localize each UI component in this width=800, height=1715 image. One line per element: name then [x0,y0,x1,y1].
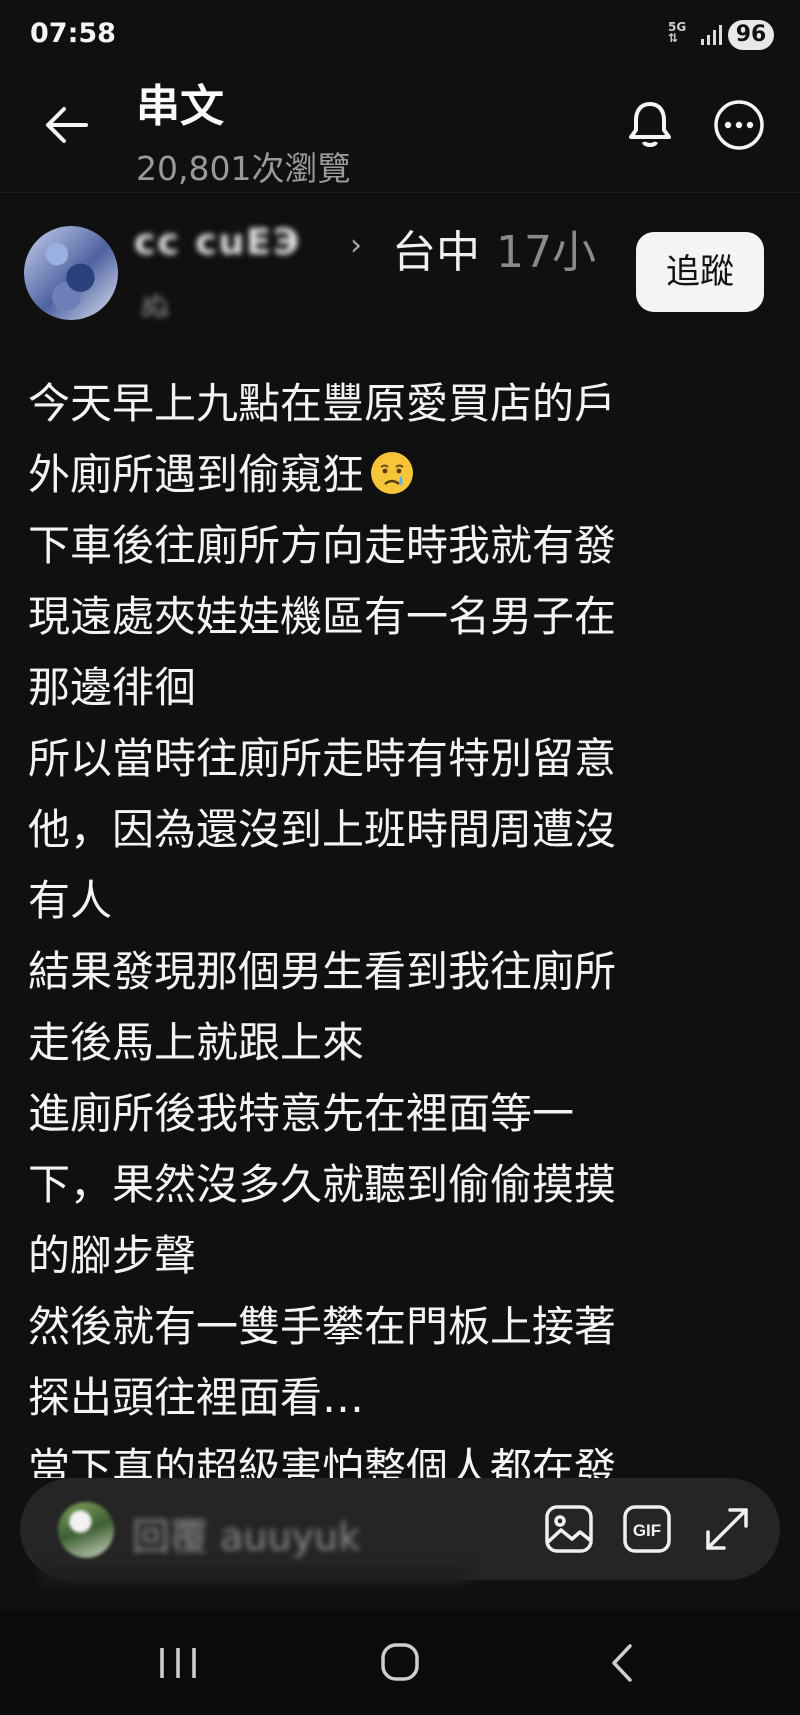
arrow-left-icon [46,107,88,143]
image-button[interactable] [542,1502,596,1556]
post-line: 探出頭往裡面看… [28,1373,365,1422]
expand-button[interactable] [700,1502,754,1556]
view-count: 20,801次瀏覽 [136,149,351,188]
home-button[interactable] [370,1638,430,1688]
post-line: 進廁所後我特意先在裡面等一 [28,1089,575,1138]
follow-button[interactable]: 追蹤 [636,232,764,312]
post-line: 有人 [28,876,113,925]
recent-apps-icon [160,1648,196,1678]
network-indicator: 5G ⇅ [668,21,686,45]
reply-input[interactable]: 回覆 auuyuk [132,1506,360,1561]
chevron-left-icon [612,1644,632,1682]
bell-icon [629,102,671,147]
more-options-button[interactable] [712,98,766,152]
gif-button[interactable]: GIF [620,1502,674,1556]
more-horizontal-icon [714,100,764,150]
back-button[interactable] [40,100,94,150]
composer-shadow [40,1566,470,1584]
author-subtitle: ぬ [140,290,170,325]
post-line: 下車後往廁所方向走時我就有發 [28,521,617,570]
crying-face-emoji-icon [371,452,414,494]
author-name[interactable]: cc cuЕЭ [134,222,301,263]
data-arrows-icon: ⇅ [668,31,679,45]
post-line: 結果發現那個男生看到我往廁所 [28,947,617,996]
home-icon [381,1643,419,1681]
post-age: 17小 [496,227,596,278]
system-back-button[interactable] [594,1638,654,1688]
post-line: 所以當時往廁所走時有特別留意 [28,734,617,783]
expand-icon [706,1508,748,1550]
post-body: 今天早上九點在豐原愛買店的戶 外廁所遇到偷窺狂 下車後往廁所方向走時我就有發 現… [28,368,708,1478]
post-line: 那邊徘徊 [28,663,197,712]
chevron-right-icon: › [350,228,362,263]
status-time: 07:58 [30,18,116,49]
post-line: 外廁所遇到偷窺狂 [28,439,708,510]
post-line: 他，因為還沒到上班時間周遭沒 [28,805,617,854]
battery-indicator: 96 [728,20,774,50]
status-bar: 07:58 5G ⇅ 96 [0,0,800,70]
header-divider [0,192,800,193]
recent-apps-button[interactable] [148,1638,208,1688]
image-icon [545,1505,593,1553]
post-line: 下，果然沒多久就聽到偷偷摸摸 [28,1160,617,1209]
composer-avatar [58,1502,114,1558]
system-navigation-bar [0,1610,800,1715]
post-line-text: 外廁所遇到偷窺狂 [28,450,365,499]
page-title: 串文 [136,81,224,132]
signal-icon [701,25,722,45]
post-line: 現遠處夾娃娃機區有一名男子在 [28,592,617,641]
notification-button[interactable] [622,96,678,152]
post-line: 走後馬上就跟上來 [28,1018,365,1067]
author-avatar[interactable] [24,226,118,320]
post-line: 的腳步聲 [28,1231,197,1280]
gif-icon: GIF [623,1505,671,1553]
post-line: 然後就有一雙手攀在門板上接著 [28,1302,617,1351]
post-line: 今天早上九點在豐原愛買店的戶 [28,379,617,428]
post-line: 當下真的超級害怕整個人都在發 [28,1444,617,1478]
reply-composer[interactable]: 回覆 auuyuk GIF [20,1478,780,1580]
post-location[interactable]: 台中 [392,216,480,280]
svg-text:GIF: GIF [633,1521,661,1540]
